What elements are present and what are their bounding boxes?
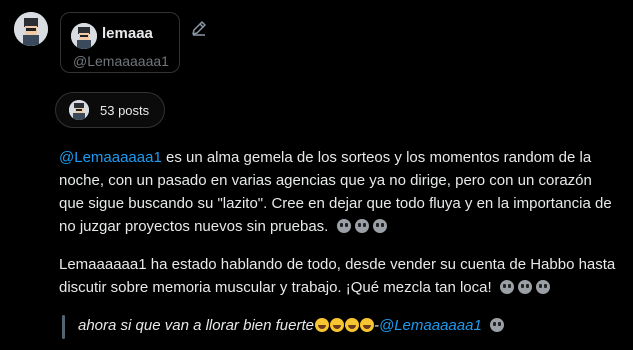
pixel-avatar-icon	[71, 23, 97, 49]
quote-block: ahora si que van a llorar bien fuerte -@L…	[59, 312, 619, 342]
pixel-avatar-icon	[69, 100, 89, 120]
skull-emoji-icon	[535, 280, 550, 294]
handle: @Lemaaaaaa1	[73, 53, 169, 69]
sweat-smile-emoji-icon	[314, 318, 329, 332]
rofl-emoji-icon	[359, 318, 374, 332]
mention-link[interactable]: @Lemaaaaaa1	[59, 149, 162, 166]
summary-paragraph-2: Lemaaaaaa1 ha estado hablando de todo, d…	[59, 253, 619, 299]
skull-emoji-icon	[517, 280, 532, 294]
posts-count-button[interactable]: 53 posts	[55, 92, 165, 128]
summary-paragraph-1: @Lemaaaaaa1 es un alma gemela de los sor…	[59, 146, 619, 238]
skull-emoji-icon	[372, 219, 387, 233]
edit-pencil-icon[interactable]	[190, 19, 208, 37]
quote-mention-link[interactable]: @Lemaaaaaa1	[379, 317, 482, 334]
quote-bar	[62, 315, 65, 339]
quote-text: ahora si que van a llorar bien fuerte -@L…	[78, 317, 504, 334]
pill-avatar	[69, 100, 89, 120]
profile-summary-page: lemaaa @Lemaaaaaa1 53 posts @Lemaaaaaa1 …	[0, 0, 633, 350]
posts-count-label: 53 posts	[100, 103, 150, 118]
rofl-emoji-icon	[344, 318, 359, 332]
display-name: lemaaa	[102, 25, 153, 42]
profile-card[interactable]: lemaaa @Lemaaaaaa1	[60, 12, 180, 73]
summary-text-2: Lemaaaaaa1 ha estado hablando de todo, d…	[59, 256, 616, 296]
card-avatar	[71, 23, 97, 49]
quote-body: ahora si que van a llorar bien fuerte	[78, 317, 314, 334]
pixel-avatar-icon	[14, 12, 48, 46]
skull-emoji-icon	[499, 280, 514, 294]
skull-emoji-icon	[354, 219, 369, 233]
avatar[interactable]	[14, 12, 48, 46]
skull-emoji-icon	[489, 318, 504, 332]
skull-emoji-icon	[336, 219, 351, 233]
rofl-emoji-icon	[329, 318, 344, 332]
